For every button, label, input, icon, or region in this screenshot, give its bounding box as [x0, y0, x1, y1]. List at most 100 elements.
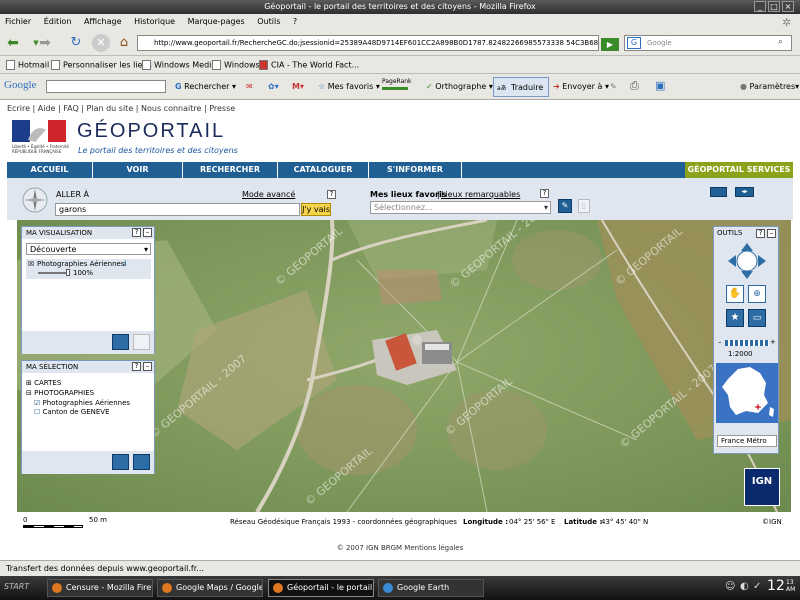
tray-volume-icon[interactable]: ◐	[740, 581, 749, 592]
top-links[interactable]: Ecrire | Aide | FAQ | Plan du site | Nou…	[7, 104, 235, 113]
forward-arrow-icon[interactable]: ➡	[36, 34, 54, 52]
bookmark-windows-media[interactable]: Windows Media	[142, 60, 216, 70]
zoom-slider[interactable]: – +	[718, 338, 776, 347]
site-logo-text[interactable]: GÉOPORTAIL	[77, 120, 225, 143]
map-view[interactable]: © GEOPORTAIL © GEOPORTAIL - 2007 © GEOPO…	[17, 220, 791, 512]
favorites-select[interactable]: Sélectionnez... ▾	[370, 201, 551, 214]
goto-input[interactable]: garons	[55, 203, 300, 216]
layer-row[interactable]: ☒ Photographies Aériennes i 100%	[26, 259, 151, 279]
region-select[interactable]: France Métro	[717, 435, 777, 447]
visualisation-minimize-button[interactable]: –	[143, 228, 152, 237]
task-google-earth[interactable]: Google Earth	[378, 579, 484, 597]
google-search-field[interactable]	[46, 80, 166, 93]
menu-historique[interactable]: Historique	[129, 14, 180, 29]
ign-logo[interactable]: IGN	[744, 468, 780, 506]
layer-remove-icon[interactable]	[133, 334, 150, 350]
measure-tool-icon[interactable]: ▭	[748, 309, 766, 327]
zoom-box-icon[interactable]: ⊕	[748, 285, 766, 303]
url-input[interactable]: http://www.geoportail.fr/RechercheGC.do;…	[137, 35, 599, 51]
bookmark-personnaliser[interactable]: Personnaliser les liens	[51, 60, 152, 70]
bookmark-cia[interactable]: CIA - The World Fact...	[259, 60, 359, 70]
hand-tool-icon[interactable]: ✋	[726, 285, 744, 303]
bookmark-windows[interactable]: Windows	[212, 60, 260, 70]
menu-outils[interactable]: Outils	[252, 14, 285, 29]
bookmark-star-icon[interactable]: ✿▾	[268, 82, 279, 91]
minimize-button[interactable]: _	[754, 1, 766, 12]
tab-accueil[interactable]: ACCUEIL	[7, 162, 93, 178]
opacity-slider-handle[interactable]	[66, 269, 70, 276]
close-button[interactable]: ×	[782, 1, 794, 12]
zoom-out-icon[interactable]: –	[718, 338, 722, 346]
orthographe-button[interactable]: ✓ Orthographe ▾	[426, 82, 493, 91]
popup-blocker-icon[interactable]: ✉	[246, 82, 253, 91]
tab-rechercher[interactable]: RECHERCHER	[183, 162, 278, 178]
start-button[interactable]: START	[4, 582, 29, 591]
task-geoportail[interactable]: Géoportail - le portail ...	[268, 579, 374, 597]
delete-favorite-icon[interactable]: ▯	[578, 199, 590, 213]
menu-marque-pages[interactable]: Marque-pages	[183, 14, 250, 29]
tree-item-cartes[interactable]: ⊞ CARTES	[26, 379, 61, 387]
selection-help-button[interactable]: ?	[132, 362, 141, 371]
menu-fichier[interactable]: Fichier	[0, 14, 36, 29]
layer-add-icon[interactable]	[112, 334, 129, 350]
back-arrow-icon[interactable]: ⬅	[4, 34, 22, 52]
bookmark-hotmail[interactable]: Hotmail	[6, 60, 49, 70]
selection-minimize-button[interactable]: –	[143, 362, 152, 371]
checkbox-unchecked[interactable]: ☐	[34, 408, 40, 416]
menu-affichage[interactable]: Affichage	[79, 14, 127, 29]
jy-vais-button[interactable]: J'y vais	[301, 203, 331, 216]
layer-info-icon[interactable]: i	[124, 260, 126, 268]
expand-icon[interactable]: ◂▸	[735, 187, 754, 197]
google-engine-icon[interactable]: G	[627, 37, 641, 49]
gmail-icon[interactable]: M▾	[292, 82, 304, 91]
tab-cataloguer[interactable]: CATALOGUER	[278, 162, 369, 178]
menu-edition[interactable]: Édition	[39, 14, 77, 29]
mode-avance-link[interactable]: Mode avancé	[242, 190, 295, 199]
folder-icon[interactable]	[112, 454, 129, 470]
layer-checkbox[interactable]: ☒	[28, 260, 34, 268]
tools-minimize-button[interactable]: –	[767, 229, 776, 238]
opacity-slider[interactable]	[38, 272, 68, 274]
envoyer-button[interactable]: ➜ Envoyer à ▾	[553, 82, 609, 91]
go-button[interactable]: ▶	[601, 38, 619, 51]
favorites-help-button[interactable]: ?	[540, 189, 549, 198]
tree-subitem-photos-aeriennes[interactable]: ☑ Photographies Aériennes	[34, 399, 130, 407]
add-favorite-pin-icon[interactable]: ✎	[558, 199, 572, 213]
tab-voir[interactable]: VOIR	[93, 162, 183, 178]
zoom-in-icon[interactable]: +	[770, 338, 776, 346]
google-rechercher-button[interactable]: G Rechercher ▾	[175, 82, 236, 91]
france-minimap[interactable]	[716, 363, 778, 423]
search-icon[interactable]: ⌕	[778, 37, 783, 47]
tray-smiley-icon[interactable]: ☺	[725, 581, 735, 592]
tree-subitem-canton-geneve[interactable]: ☐ Canton de GENEVE	[34, 408, 110, 416]
traduire-button[interactable]: aあ Traduire	[493, 77, 549, 97]
tree-item-photographies[interactable]: ⊟ PHOTOGRAPHIES	[26, 389, 94, 397]
star-tool-icon[interactable]: ★	[726, 309, 744, 327]
screen-mode-icon[interactable]	[710, 187, 727, 197]
menu-help[interactable]: ?	[288, 14, 302, 29]
tab-sinformer[interactable]: S'INFORMER	[369, 162, 462, 178]
favoris-button[interactable]: ☆ Mes favoris ▾	[318, 82, 380, 91]
task-firefox-censure[interactable]: Censure - Mozilla Firefox	[47, 579, 153, 597]
pan-arrows-icon[interactable]	[728, 243, 766, 279]
parametres-button[interactable]: ● Paramètres▾	[740, 82, 799, 91]
lieux-remarquables-link[interactable]: Lieux remarquables	[441, 190, 520, 199]
tools-help-button[interactable]: ?	[756, 229, 765, 238]
screen-icon[interactable]: ▣	[655, 79, 665, 92]
search-help-button[interactable]: ?	[327, 190, 336, 199]
tab-geoportail-services[interactable]: GÉOPORTAIL SERVICES	[685, 162, 793, 178]
stop-icon[interactable]: ✕	[92, 34, 110, 52]
reload-icon[interactable]: ↻	[67, 34, 85, 52]
visualisation-help-button[interactable]: ?	[132, 228, 141, 237]
export-icon[interactable]	[133, 454, 150, 470]
favorites-label[interactable]: Mes lieux favoris	[370, 190, 447, 199]
task-google-maps[interactable]: Google Maps / Google...	[157, 579, 263, 597]
pencil-icon[interactable]: ✎	[610, 82, 617, 91]
tray-network-icon[interactable]: ✓	[753, 581, 761, 592]
print-icon[interactable]: ⎙	[630, 79, 639, 93]
maximize-button[interactable]: □	[768, 1, 780, 12]
visualisation-select[interactable]: Découverte ▾	[26, 243, 151, 255]
home-icon[interactable]: ⌂	[115, 34, 133, 52]
checkbox-checked[interactable]: ☑	[34, 399, 40, 407]
page-copyright[interactable]: © 2007 IGN BRGM Mentions légales	[0, 544, 800, 552]
